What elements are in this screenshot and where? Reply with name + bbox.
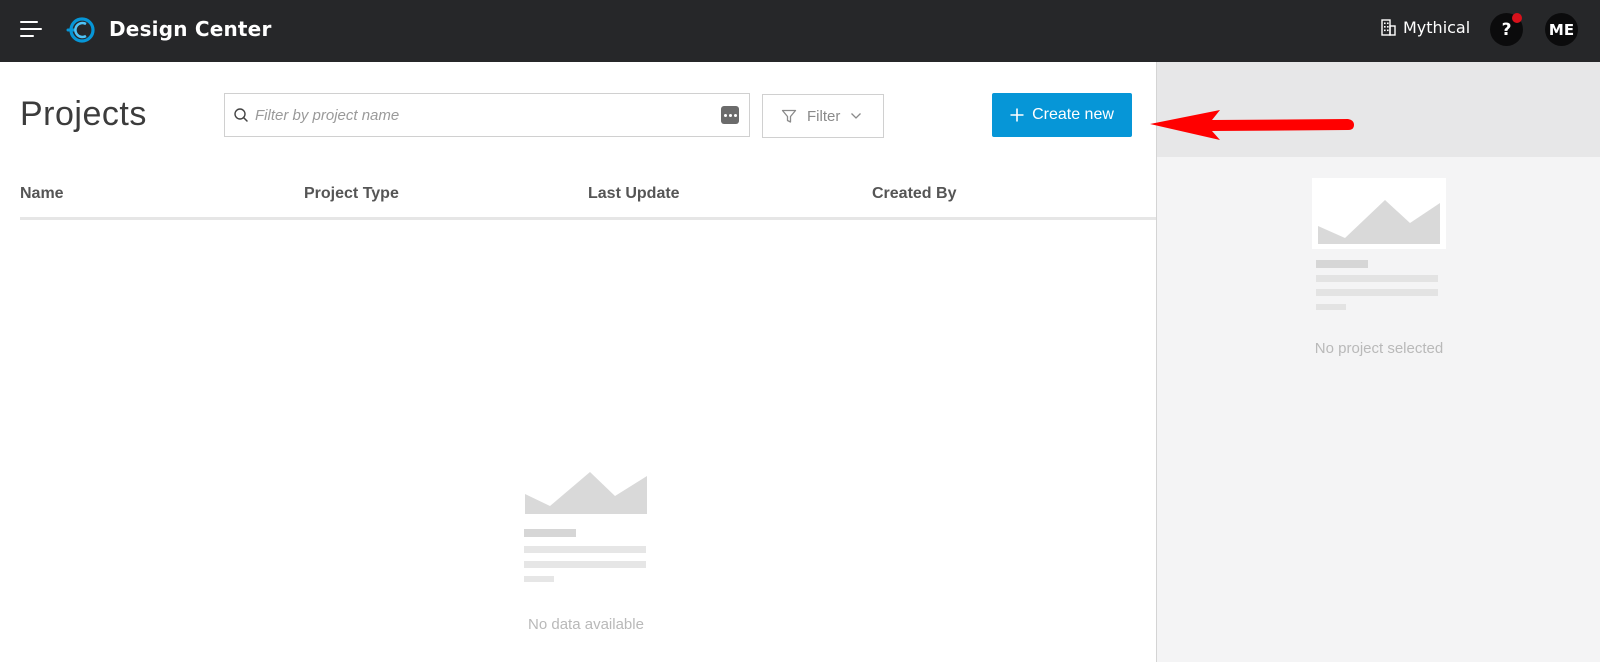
help-icon: ?	[1501, 19, 1512, 40]
column-header-project-type[interactable]: Project Type	[304, 185, 399, 203]
app-title: Design Center	[109, 17, 272, 41]
details-panel: No project selected	[1156, 62, 1600, 662]
page-title: Projects	[20, 95, 147, 133]
create-new-label: Create new	[1032, 106, 1114, 123]
plus-icon	[1010, 108, 1024, 122]
account-switcher[interactable]: Mythical	[1380, 18, 1470, 37]
main-content: Projects Filter Create new Name Project …	[0, 62, 1156, 662]
column-header-last-update[interactable]: Last Update	[588, 185, 680, 203]
more-options-icon[interactable]	[721, 106, 739, 124]
empty-state-illustration	[524, 472, 647, 582]
filter-label: Filter	[807, 107, 841, 125]
column-header-created-by[interactable]: Created By	[872, 185, 956, 203]
building-icon	[1381, 19, 1396, 36]
no-selection-text: No project selected	[1314, 340, 1444, 357]
search-icon	[234, 108, 248, 122]
search-input[interactable]	[255, 94, 705, 136]
details-panel-header	[1157, 62, 1600, 157]
help-button[interactable]: ?	[1490, 13, 1523, 46]
empty-state-text: No data available	[528, 616, 644, 633]
search-box	[224, 93, 750, 137]
filter-icon	[781, 109, 797, 123]
account-name: Mythical	[1403, 18, 1471, 37]
chevron-down-icon	[851, 113, 862, 119]
create-new-button[interactable]: Create new	[992, 93, 1132, 137]
filter-button[interactable]: Filter	[762, 94, 884, 138]
column-header-name[interactable]: Name	[20, 185, 64, 203]
notification-dot	[1512, 13, 1522, 23]
no-selection-illustration	[1312, 178, 1446, 310]
user-avatar[interactable]: ME	[1545, 13, 1578, 46]
design-center-logo	[66, 17, 95, 43]
top-bar: Design Center Mythical ? ME	[0, 0, 1600, 62]
table-header: Name Project Type Last Update Created By	[20, 178, 1156, 220]
hamburger-icon[interactable]	[20, 19, 42, 39]
